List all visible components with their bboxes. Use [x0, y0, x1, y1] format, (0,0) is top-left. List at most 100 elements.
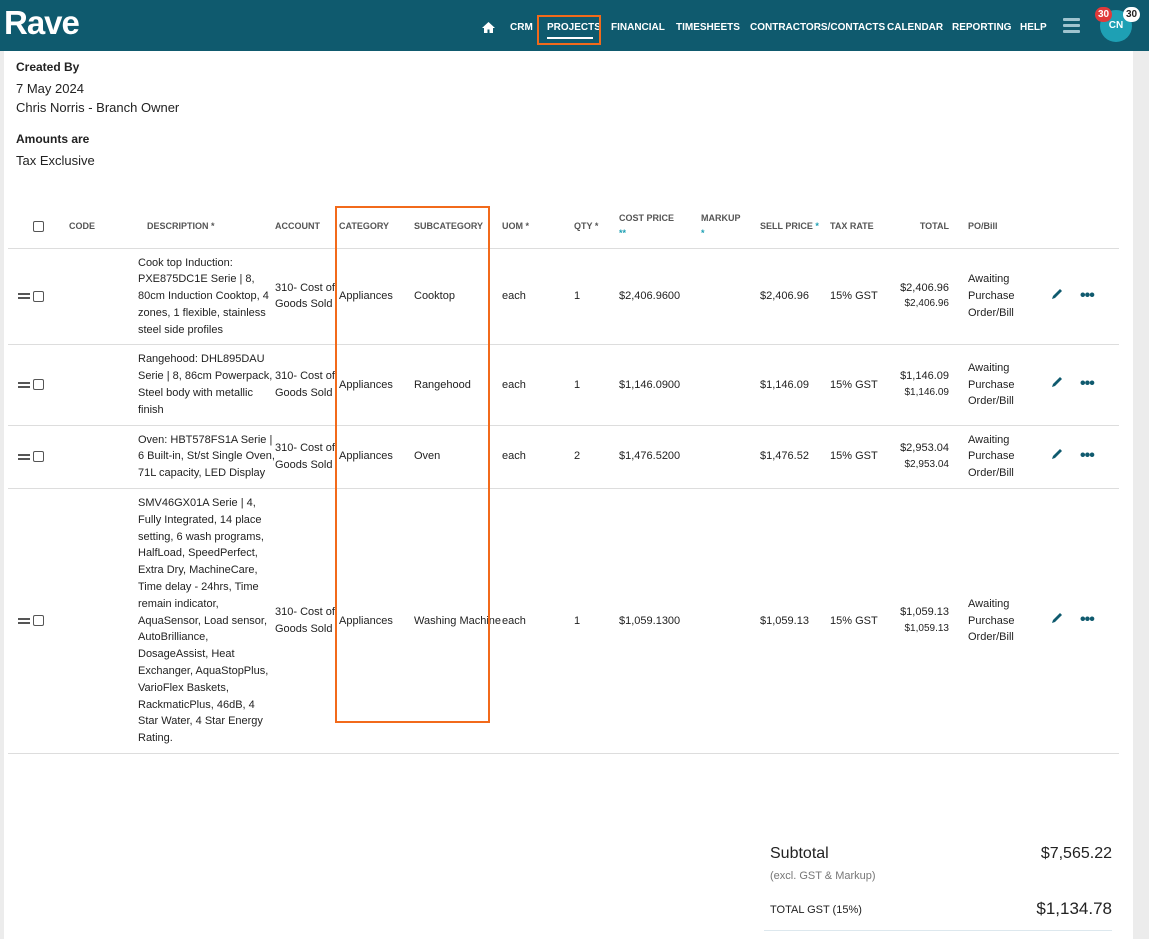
subtotal-label: Subtotal — [770, 845, 829, 862]
created-by: Chris Norris - Branch Owner — [16, 100, 180, 115]
qty: 1 — [574, 344, 619, 426]
header-qty[interactable]: QTY * — [574, 205, 619, 249]
row-checkbox[interactable] — [33, 379, 44, 391]
po-status: Awaiting Purchase Order/Bill — [968, 488, 1050, 755]
header-account[interactable]: ACCOUNT — [275, 205, 339, 249]
category: Appliances — [339, 344, 414, 426]
drag-handle-icon[interactable] — [18, 616, 30, 626]
top-nav-bar: Rave CRM PROJECTS FINANCIAL TIMESHEETS C… — [0, 0, 1149, 51]
header-markup[interactable]: MARKUP * — [701, 205, 760, 249]
header-sell[interactable]: SELL PRICE * — [760, 205, 830, 249]
header-cost[interactable]: COST PRICE ** — [619, 205, 701, 249]
message-badge[interactable]: 30 — [1123, 7, 1140, 22]
qty: 1 — [574, 488, 619, 755]
description: SMV46GX01A Serie | 4, Fully Integrated, … — [138, 488, 275, 755]
header-total[interactable]: TOTAL — [890, 205, 958, 249]
cost-price: $1,476.5200 — [619, 425, 701, 490]
header-subcategory[interactable]: SUBCATEGORY — [414, 205, 502, 249]
drag-handle-icon[interactable] — [18, 291, 30, 301]
description: Rangehood: DHL895DAU Serie | 8, 86cm Pow… — [138, 344, 275, 426]
drag-handle-icon[interactable] — [18, 452, 30, 462]
uom: each — [502, 248, 574, 346]
markup — [701, 488, 760, 755]
header-tax[interactable]: TAX RATE — [830, 205, 890, 249]
sell-price: $1,059.13 — [760, 488, 830, 755]
account: 310- Cost of Goods Sold — [275, 488, 339, 755]
amounts-value: Tax Exclusive — [16, 153, 95, 168]
more-options-icon[interactable]: ••• — [1080, 375, 1095, 392]
category: Appliances — [339, 248, 414, 346]
header-description[interactable]: DESCRIPTION * — [138, 205, 275, 249]
subcategory: Oven — [414, 425, 502, 490]
more-options-icon[interactable]: ••• — [1080, 287, 1095, 304]
select-all-checkbox[interactable] — [33, 220, 44, 232]
table-row: Oven: HBT578FS1A Serie | 6 Built-in, St/… — [8, 425, 1119, 490]
created-date: 7 May 2024 — [16, 81, 84, 96]
po-status: Awaiting Purchase Order/Bill — [968, 425, 1050, 490]
sell-price: $2,406.96 — [760, 248, 830, 346]
table-row: Cook top Induction: PXE875DC1E Serie | 8… — [8, 248, 1119, 346]
po-status: Awaiting Purchase Order/Bill — [968, 248, 1050, 346]
edit-pencil-icon[interactable] — [1050, 375, 1064, 389]
total: $2,406.96 $2,406.96 — [890, 248, 958, 346]
nav-contractors[interactable]: CONTRACTORS/CONTACTS — [750, 22, 885, 33]
cost-price: $1,146.0900 — [619, 344, 701, 426]
more-options-icon[interactable]: ••• — [1080, 611, 1095, 628]
nav-timesheets[interactable]: TIMESHEETS — [676, 22, 740, 33]
row-checkbox[interactable] — [33, 451, 44, 463]
description: Oven: HBT578FS1A Serie | 6 Built-in, St/… — [138, 425, 275, 490]
markup — [701, 425, 760, 490]
markup — [701, 248, 760, 346]
subcategory: Washing Machine — [414, 488, 502, 755]
row-checkbox[interactable] — [33, 290, 44, 302]
logo[interactable]: Rave — [4, 4, 80, 42]
table-header: CODE DESCRIPTION * ACCOUNT CATEGORY SUBC… — [8, 205, 1119, 249]
line-items-table: CODE DESCRIPTION * ACCOUNT CATEGORY SUBC… — [8, 205, 1119, 755]
cost-price: $1,059.1300 — [619, 488, 701, 755]
created-by-label: Created By — [16, 60, 80, 74]
table-row: Rangehood: DHL895DAU Serie | 8, 86cm Pow… — [8, 344, 1119, 426]
account: 310- Cost of Goods Sold — [275, 248, 339, 346]
row-checkbox[interactable] — [33, 615, 44, 627]
uom: each — [502, 425, 574, 490]
category: Appliances — [339, 425, 414, 490]
total: $2,953.04 $2,953.04 — [890, 425, 958, 490]
account: 310- Cost of Goods Sold — [275, 344, 339, 426]
notification-badge[interactable]: 30 — [1095, 7, 1112, 22]
drag-handle-icon[interactable] — [18, 380, 30, 390]
amounts-label: Amounts are — [16, 132, 90, 146]
header-category[interactable]: CATEGORY — [339, 205, 414, 249]
subtotal-note: (excl. GST & Markup) — [770, 870, 876, 882]
header-uom[interactable]: UOM * — [502, 205, 574, 249]
qty: 1 — [574, 248, 619, 346]
more-options-icon[interactable]: ••• — [1080, 447, 1095, 464]
nav-financial[interactable]: FINANCIAL — [611, 22, 665, 33]
header-po[interactable]: PO/Bill — [968, 205, 1050, 249]
category: Appliances — [339, 488, 414, 755]
edit-pencil-icon[interactable] — [1050, 287, 1064, 301]
subtotal-row: Subtotal $7,565.22 — [770, 845, 1112, 863]
edit-pencil-icon[interactable] — [1050, 611, 1064, 625]
qty: 2 — [574, 425, 619, 490]
header-code[interactable]: CODE — [69, 205, 138, 249]
subtotal-value: $7,565.22 — [1040, 845, 1112, 862]
nav-help[interactable]: HELP — [1020, 22, 1047, 33]
tax-rate: 15% GST — [830, 488, 890, 755]
tax-rate: 15% GST — [830, 248, 890, 346]
description: Cook top Induction: PXE875DC1E Serie | 8… — [138, 248, 275, 346]
subcategory: Cooktop — [414, 248, 502, 346]
gst-row: TOTAL GST (15%) $1,134.78 — [764, 899, 1112, 931]
edit-pencil-icon[interactable] — [1050, 447, 1064, 461]
account: 310- Cost of Goods Sold — [275, 425, 339, 490]
tax-rate: 15% GST — [830, 425, 890, 490]
nav-reporting[interactable]: REPORTING — [952, 22, 1011, 33]
sell-price: $1,146.09 — [760, 344, 830, 426]
nav-crm[interactable]: CRM — [510, 22, 533, 33]
home-icon[interactable] — [482, 22, 495, 33]
po-status: Awaiting Purchase Order/Bill — [968, 344, 1050, 426]
uom: each — [502, 488, 574, 755]
menu-icon[interactable] — [1063, 18, 1080, 36]
nav-calendar[interactable]: CALENDAR — [887, 22, 943, 33]
total: $1,059.13 $1,059.13 — [890, 488, 958, 755]
cost-price: $2,406.9600 — [619, 248, 701, 346]
